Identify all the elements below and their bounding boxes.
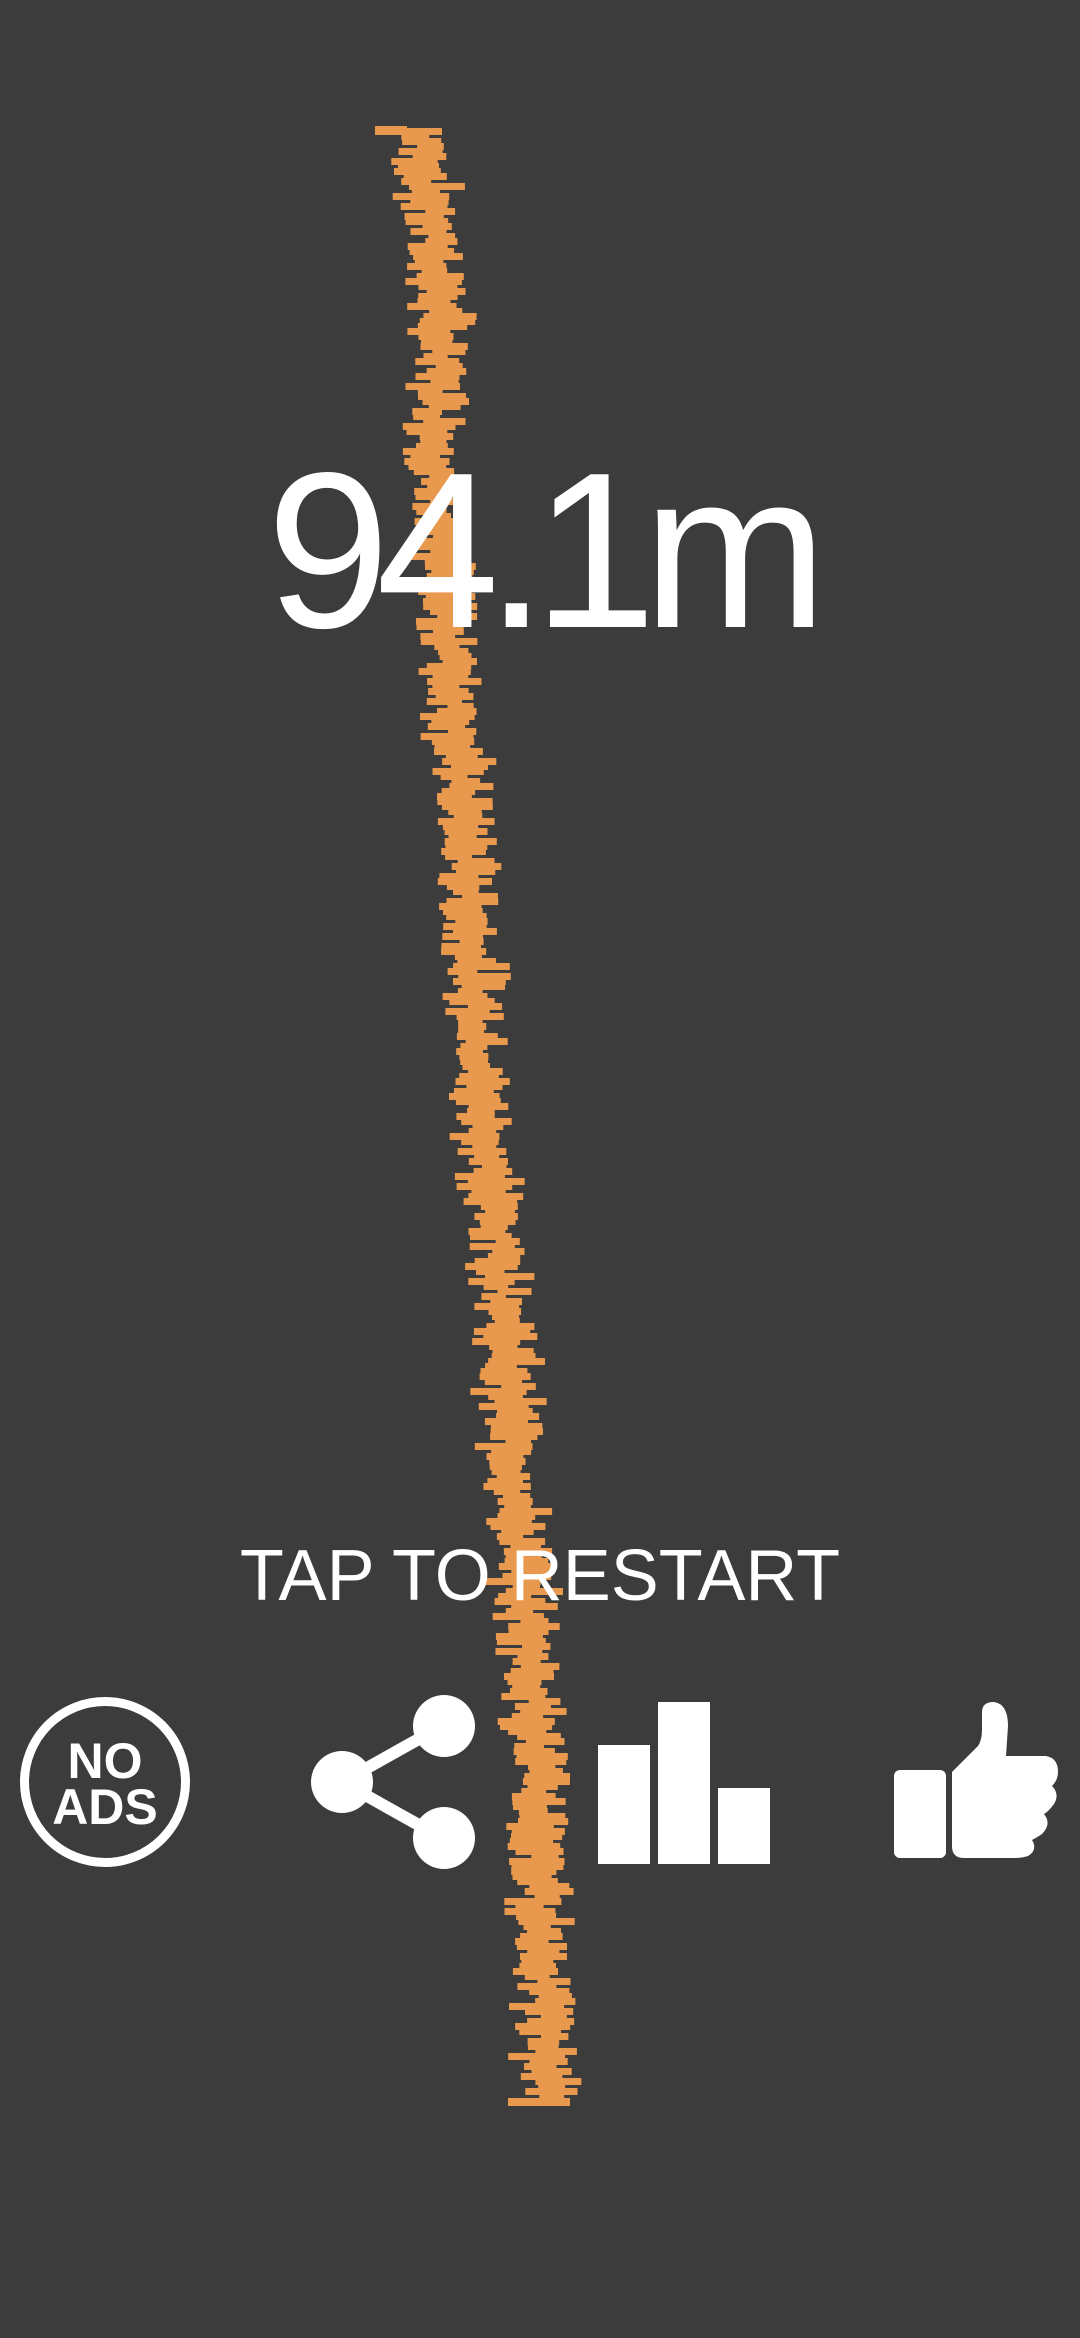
like-button[interactable] <box>890 1700 1060 1860</box>
stacked-blocks-tower <box>375 126 582 2106</box>
no-ads-label-line2: ADS <box>52 1779 158 1835</box>
share-button[interactable] <box>310 1694 480 1870</box>
tower-block <box>375 126 407 135</box>
no-ads-button[interactable]: NO ADS <box>20 1697 190 1867</box>
tower-base-block <box>508 2098 570 2106</box>
tap-to-restart-label[interactable]: TAP TO RESTART <box>0 1540 1080 1612</box>
leaderboard-icon <box>598 1702 770 1864</box>
share-icon <box>311 1695 475 1869</box>
score-display: 94.1m <box>266 427 827 675</box>
thumbs-up-icon <box>894 1702 1058 1858</box>
leaderboard-button[interactable] <box>596 1700 772 1864</box>
